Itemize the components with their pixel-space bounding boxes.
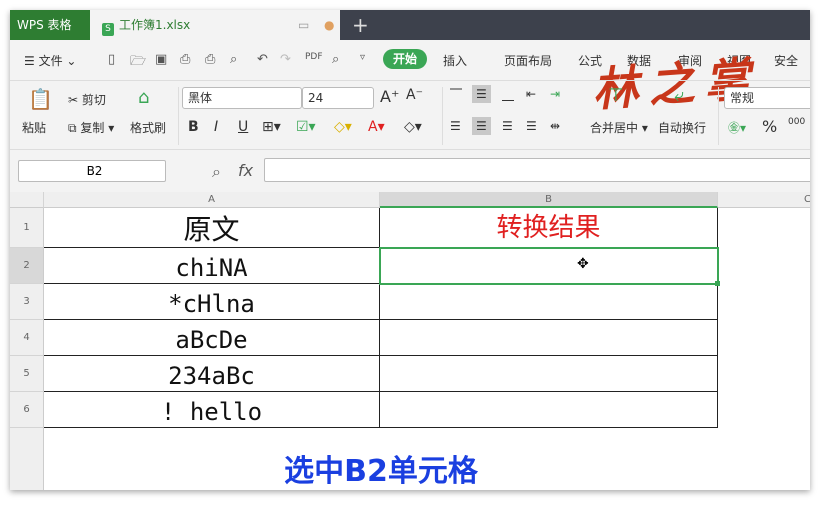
- wps-window: WPS 表格 S 工作簿1.xlsx ▭ ● + ☰ 文件 ⌄ ▯ 🗁 ▣ ⎙ ⎙…: [10, 10, 810, 490]
- app-tab[interactable]: WPS 表格: [10, 10, 90, 40]
- bold-button[interactable]: B: [188, 119, 199, 135]
- distributed-icon[interactable]: ⇹: [550, 119, 560, 133]
- print-icon[interactable]: ⎙: [180, 52, 190, 67]
- cell-a6[interactable]: ! hello: [44, 392, 380, 428]
- document-tab-label: 工作簿1.xlsx: [119, 18, 191, 32]
- row-header-6[interactable]: 6: [10, 392, 44, 428]
- preview-icon[interactable]: ⌕: [230, 52, 237, 67]
- increase-font-icon[interactable]: A⁺: [380, 87, 399, 106]
- document-tab[interactable]: S 工作簿1.xlsx ▭ ●: [90, 10, 340, 40]
- fill-color-icon[interactable]: ◇▾: [334, 119, 352, 135]
- row-header-3[interactable]: 3: [10, 284, 44, 320]
- paste-button[interactable]: 粘贴: [22, 119, 46, 136]
- decrease-font-icon[interactable]: A⁻: [406, 87, 423, 103]
- cell-b5[interactable]: [380, 356, 718, 392]
- formula-input[interactable]: [264, 158, 810, 182]
- print-preview-icon[interactable]: ⎙: [205, 52, 215, 67]
- font-name-select[interactable]: 黑体: [182, 87, 302, 109]
- menu-bar: ☰ 文件 ⌄ ▯ 🗁 ▣ ⎙ ⎙ ⌕ ↶ ↷ PDF ⌕ ▿ 开始 插入 页面布…: [10, 40, 810, 117]
- column-header-a[interactable]: A: [44, 192, 380, 208]
- fill-handle[interactable]: [715, 281, 720, 286]
- cell-a4[interactable]: aBcDe: [44, 320, 380, 356]
- decrease-indent-icon[interactable]: ⇤: [526, 87, 536, 101]
- copy-button[interactable]: ⧉ 复制 ▾: [68, 119, 114, 136]
- align-middle-icon[interactable]: ☰: [472, 85, 491, 103]
- select-all-corner[interactable]: [10, 192, 44, 208]
- cell-a2[interactable]: chiNA: [44, 248, 380, 284]
- cell-a5[interactable]: 234aBc: [44, 356, 380, 392]
- border-icon[interactable]: ⊞▾: [262, 119, 281, 135]
- new-tab-button[interactable]: +: [352, 10, 369, 40]
- increase-indent-icon[interactable]: ⇥: [550, 87, 560, 101]
- merge-center-button[interactable]: 合并居中 ▾: [590, 119, 648, 136]
- wrap-icon[interactable]: ⤶: [674, 85, 684, 106]
- merge-icon[interactable]: ⊤: [608, 85, 624, 106]
- fx-icon[interactable]: fx: [238, 161, 253, 180]
- row-header-1[interactable]: 1: [10, 208, 44, 248]
- cell-b4[interactable]: [380, 320, 718, 356]
- monitor-icon[interactable]: ▭: [298, 10, 309, 40]
- cell-a3[interactable]: *cHlna: [44, 284, 380, 320]
- save-icon[interactable]: ▣: [155, 52, 167, 67]
- column-header-b[interactable]: B: [380, 192, 718, 208]
- spreadsheet-grid: A B C 1 2 3 4 5 6 原文 转换结果 chiNA *cHlna a…: [10, 192, 810, 490]
- cell-a1[interactable]: 原文: [44, 208, 380, 248]
- formula-bar: B2 ⌕ fx: [10, 150, 810, 192]
- cut-button[interactable]: ✂ 剪切: [68, 91, 106, 108]
- title-bar: WPS 表格 S 工作簿1.xlsx ▭ ● +: [10, 10, 810, 40]
- format-painter-button[interactable]: 格式刷: [130, 119, 166, 136]
- column-header-c[interactable]: C: [718, 192, 810, 208]
- justify-icon[interactable]: ☰: [526, 119, 537, 133]
- redo-icon[interactable]: ↷: [280, 52, 291, 67]
- cell-style-icon[interactable]: ☑▾: [296, 119, 316, 135]
- undo-icon[interactable]: ↶: [257, 52, 268, 67]
- cell-b6[interactable]: [380, 392, 718, 428]
- underline-button[interactable]: U: [238, 119, 248, 135]
- row-header-blank: [10, 428, 44, 490]
- row-header-2[interactable]: 2: [10, 248, 44, 284]
- tab-security[interactable]: 安全: [774, 52, 798, 69]
- clear-icon[interactable]: ◇▾: [404, 119, 422, 135]
- search-icon[interactable]: ⌕: [332, 52, 339, 67]
- row-header-4[interactable]: 4: [10, 320, 44, 356]
- zoom-icon[interactable]: ⌕: [212, 162, 221, 182]
- pdf-icon[interactable]: PDF: [305, 52, 323, 62]
- font-color-icon[interactable]: A▾: [368, 119, 385, 135]
- tab-start[interactable]: 开始: [383, 49, 427, 69]
- more-icon[interactable]: ▿: [360, 52, 365, 63]
- align-bottom-icon[interactable]: ⎽: [502, 87, 514, 102]
- unsaved-dot-icon: ●: [324, 18, 335, 32]
- name-box[interactable]: B2: [18, 160, 166, 182]
- open-icon[interactable]: 🗁: [130, 52, 146, 74]
- spreadsheet-icon: S: [102, 23, 114, 36]
- align-center-icon[interactable]: ☰: [472, 117, 491, 135]
- cell-b1[interactable]: 转换结果: [380, 208, 718, 248]
- row-header-5[interactable]: 5: [10, 356, 44, 392]
- cell-b3[interactable]: [380, 284, 718, 320]
- ribbon: 📋 粘贴 ✂ 剪切 ⧉ 复制 ▾ ⌂ 格式刷 黑体 24 A⁺ A⁻ B I U…: [10, 80, 810, 150]
- tab-insert[interactable]: 插入: [443, 52, 467, 69]
- tab-page-layout[interactable]: 页面布局: [504, 52, 552, 69]
- font-size-select[interactable]: 24: [302, 87, 374, 109]
- number-format-select[interactable]: 常规: [724, 87, 810, 109]
- currency-icon[interactable]: ㊎▾: [728, 119, 746, 136]
- caption: 选中B2单元格: [284, 454, 478, 489]
- italic-button[interactable]: I: [214, 119, 218, 135]
- file-menu[interactable]: ☰ 文件 ⌄: [24, 52, 76, 69]
- percent-icon[interactable]: %: [762, 117, 777, 136]
- paste-icon[interactable]: 📋: [28, 87, 53, 111]
- align-left-icon[interactable]: ☰: [450, 119, 461, 133]
- align-top-icon[interactable]: ⎺: [450, 87, 462, 102]
- format-painter-icon[interactable]: ⌂: [138, 87, 149, 108]
- selection-border: [379, 247, 719, 285]
- align-right-icon[interactable]: ☰: [502, 119, 513, 133]
- new-icon[interactable]: ▯: [108, 52, 115, 67]
- wrap-text-button[interactable]: 自动换行: [658, 119, 706, 136]
- cursor-cross-icon: ✥: [577, 256, 589, 272]
- thousands-icon[interactable]: 000: [788, 117, 805, 127]
